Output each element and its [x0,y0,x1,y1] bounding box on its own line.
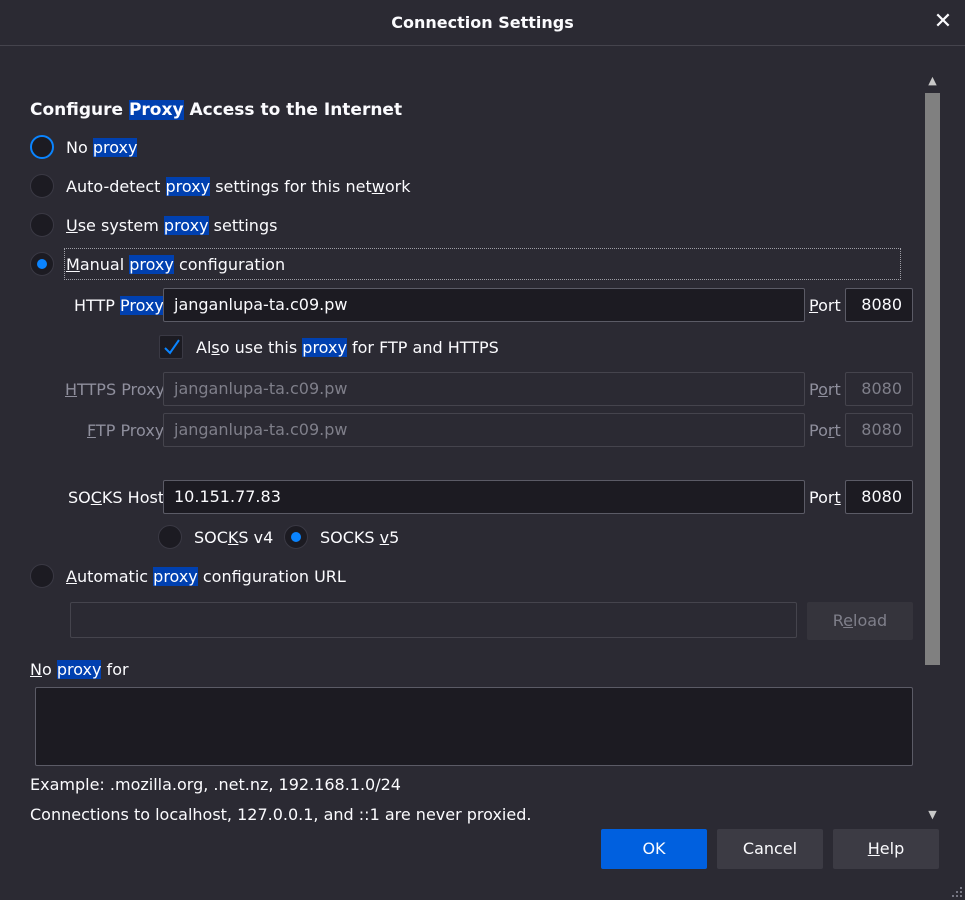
auto-url-radio[interactable] [30,564,54,588]
https-port-input: 8080 [845,372,913,406]
auto-url-input [70,602,797,638]
auto-detect-label[interactable]: Auto-detect proxy settings for this netw… [66,177,410,196]
socks-v5-radio[interactable] [284,525,308,549]
http-proxy-input[interactable]: janganlupa-ta.c09.pw [163,288,805,322]
also-use-checkbox[interactable] [159,335,183,359]
resize-grip-icon[interactable] [951,886,963,898]
https-proxy-label: HTTPS Proxy [65,380,166,399]
http-proxy-label: HTTP Proxy [74,296,164,315]
also-use-label[interactable]: Also use this proxy for FTP and HTTPS [196,338,499,357]
scroll-down-icon[interactable]: ▼ [923,806,942,824]
auto-detect-radio[interactable] [30,174,54,198]
socks-v4-label[interactable]: SOCKS v4 [194,528,273,547]
no-proxy-radio[interactable] [30,135,54,159]
ftp-port-input: 8080 [845,413,913,447]
http-port-input[interactable]: 8080 [845,288,913,322]
close-icon[interactable]: ✕ [931,10,955,34]
socks-port-input[interactable]: 8080 [845,480,913,514]
no-proxy-label[interactable]: No proxy [66,138,138,157]
auto-url-label[interactable]: Automatic proxy configuration URL [66,567,346,586]
checkmark-icon [164,339,180,355]
ftp-port-label: Port [809,421,841,440]
vertical-scrollbar[interactable]: ▲ ▼ [923,72,942,824]
https-proxy-input: janganlupa-ta.c09.pw [163,372,805,406]
http-port-label: Port [809,296,841,315]
cancel-button[interactable]: Cancel [717,829,823,869]
socks-v4-radio[interactable] [158,525,182,549]
scroll-up-icon[interactable]: ▲ [923,72,942,90]
socks-host-label: SOCKS Host [68,488,165,507]
title-bar: Connection Settings ✕ [0,0,965,46]
system-proxy-label[interactable]: Use system proxy settings [66,216,277,235]
ftp-proxy-input: janganlupa-ta.c09.pw [163,413,805,447]
localhost-note: Connections to localhost, 127.0.0.1, and… [30,805,532,824]
manual-proxy-label[interactable]: Manual proxy configuration [66,255,285,274]
no-proxy-for-label: No proxy for [30,660,129,679]
socks-host-input[interactable]: 10.151.77.83 [163,480,805,514]
socks-port-label: Port [809,488,841,507]
reload-button: Reload [807,602,913,640]
socks-v5-label[interactable]: SOCKS v5 [320,528,399,547]
no-proxy-for-textarea[interactable] [35,687,913,766]
section-heading: Configure Proxy Access to the Internet [30,100,403,120]
manual-proxy-radio[interactable] [30,252,54,276]
example-text: Example: .mozilla.org, .net.nz, 192.168.… [30,775,401,794]
ok-button[interactable]: OK [601,829,707,869]
help-button[interactable]: Help [833,829,939,869]
system-proxy-radio[interactable] [30,213,54,237]
dialog-title: Connection Settings [391,13,574,32]
https-port-label: Port [809,380,841,399]
ftp-proxy-label: FTP Proxy [87,421,165,440]
scrollbar-thumb[interactable] [925,93,940,665]
